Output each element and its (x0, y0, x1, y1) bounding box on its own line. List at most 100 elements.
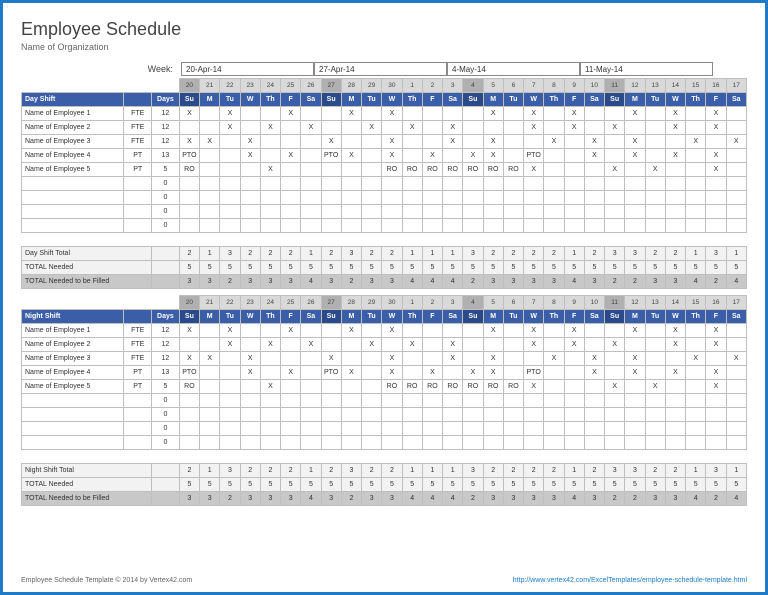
schedule-cell[interactable] (726, 177, 746, 191)
schedule-cell[interactable] (200, 366, 220, 380)
schedule-cell[interactable] (200, 380, 220, 394)
schedule-cell[interactable] (240, 394, 260, 408)
schedule-cell[interactable] (524, 436, 544, 450)
employee-name[interactable] (22, 219, 124, 233)
schedule-cell[interactable] (200, 191, 220, 205)
schedule-cell[interactable]: X (220, 324, 240, 338)
schedule-cell[interactable]: X (686, 135, 706, 149)
schedule-cell[interactable]: X (645, 163, 665, 177)
schedule-cell[interactable]: X (260, 121, 280, 135)
schedule-cell[interactable]: X (382, 107, 402, 121)
schedule-cell[interactable] (706, 352, 726, 366)
schedule-cell[interactable] (605, 366, 625, 380)
schedule-cell[interactable] (706, 436, 726, 450)
schedule-cell[interactable] (463, 135, 483, 149)
schedule-cell[interactable]: X (281, 149, 301, 163)
schedule-cell[interactable] (584, 163, 604, 177)
schedule-cell[interactable] (625, 394, 645, 408)
schedule-cell[interactable] (260, 191, 280, 205)
schedule-cell[interactable]: X (200, 135, 220, 149)
schedule-cell[interactable] (726, 219, 746, 233)
schedule-cell[interactable] (665, 352, 685, 366)
schedule-cell[interactable] (463, 394, 483, 408)
schedule-cell[interactable]: RO (402, 163, 422, 177)
schedule-cell[interactable] (524, 352, 544, 366)
schedule-cell[interactable] (422, 338, 442, 352)
schedule-cell[interactable] (402, 205, 422, 219)
schedule-cell[interactable] (706, 205, 726, 219)
schedule-cell[interactable] (544, 380, 564, 394)
schedule-cell[interactable] (321, 338, 341, 352)
schedule-cell[interactable] (200, 219, 220, 233)
schedule-cell[interactable] (463, 219, 483, 233)
schedule-cell[interactable] (645, 324, 665, 338)
schedule-cell[interactable] (564, 177, 584, 191)
schedule-cell[interactable] (422, 324, 442, 338)
schedule-cell[interactable]: X (341, 149, 361, 163)
schedule-cell[interactable] (503, 135, 523, 149)
schedule-cell[interactable] (321, 191, 341, 205)
footer-link[interactable]: http://www.vertex42.com/ExcelTemplates/e… (513, 577, 747, 584)
schedule-cell[interactable] (665, 436, 685, 450)
employee-type[interactable]: PT (124, 163, 152, 177)
schedule-cell[interactable]: X (179, 135, 199, 149)
schedule-cell[interactable]: X (483, 149, 503, 163)
schedule-cell[interactable] (220, 422, 240, 436)
schedule-cell[interactable]: X (665, 338, 685, 352)
schedule-cell[interactable] (240, 107, 260, 121)
schedule-cell[interactable] (564, 422, 584, 436)
schedule-cell[interactable] (220, 408, 240, 422)
schedule-cell[interactable] (645, 394, 665, 408)
employee-name[interactable]: Name of Employee 4 (22, 366, 124, 380)
schedule-cell[interactable] (645, 135, 665, 149)
schedule-cell[interactable]: RO (382, 163, 402, 177)
schedule-cell[interactable]: X (625, 366, 645, 380)
schedule-cell[interactable] (503, 205, 523, 219)
schedule-cell[interactable] (726, 121, 746, 135)
schedule-cell[interactable] (625, 422, 645, 436)
schedule-cell[interactable] (200, 163, 220, 177)
schedule-cell[interactable] (260, 408, 280, 422)
employee-type[interactable] (124, 219, 152, 233)
schedule-cell[interactable] (240, 205, 260, 219)
schedule-cell[interactable] (503, 191, 523, 205)
schedule-cell[interactable] (443, 107, 463, 121)
schedule-cell[interactable] (524, 408, 544, 422)
schedule-cell[interactable] (686, 205, 706, 219)
employee-name[interactable]: Name of Employee 2 (22, 121, 124, 135)
schedule-cell[interactable] (645, 177, 665, 191)
schedule-cell[interactable]: X (726, 352, 746, 366)
schedule-cell[interactable] (443, 149, 463, 163)
schedule-cell[interactable]: RO (422, 380, 442, 394)
schedule-cell[interactable] (301, 191, 321, 205)
schedule-cell[interactable] (605, 422, 625, 436)
schedule-cell[interactable] (706, 394, 726, 408)
schedule-cell[interactable] (483, 219, 503, 233)
schedule-cell[interactable]: X (605, 121, 625, 135)
schedule-cell[interactable] (524, 135, 544, 149)
schedule-cell[interactable]: RO (382, 380, 402, 394)
schedule-cell[interactable]: X (362, 338, 382, 352)
schedule-cell[interactable] (645, 191, 665, 205)
schedule-cell[interactable] (321, 163, 341, 177)
schedule-cell[interactable] (402, 394, 422, 408)
schedule-cell[interactable]: X (524, 338, 544, 352)
schedule-cell[interactable] (362, 107, 382, 121)
schedule-cell[interactable] (362, 408, 382, 422)
schedule-cell[interactable] (443, 408, 463, 422)
schedule-cell[interactable] (503, 338, 523, 352)
schedule-cell[interactable] (443, 422, 463, 436)
schedule-cell[interactable]: X (706, 338, 726, 352)
schedule-cell[interactable] (301, 177, 321, 191)
schedule-cell[interactable] (220, 205, 240, 219)
schedule-cell[interactable] (584, 205, 604, 219)
schedule-cell[interactable]: X (220, 121, 240, 135)
employee-name[interactable]: Name of Employee 5 (22, 380, 124, 394)
schedule-cell[interactable] (301, 135, 321, 149)
schedule-cell[interactable] (584, 191, 604, 205)
schedule-cell[interactable] (341, 177, 361, 191)
schedule-cell[interactable] (645, 205, 665, 219)
schedule-cell[interactable] (341, 191, 361, 205)
schedule-cell[interactable]: X (422, 149, 442, 163)
employee-name[interactable]: Name of Employee 3 (22, 352, 124, 366)
